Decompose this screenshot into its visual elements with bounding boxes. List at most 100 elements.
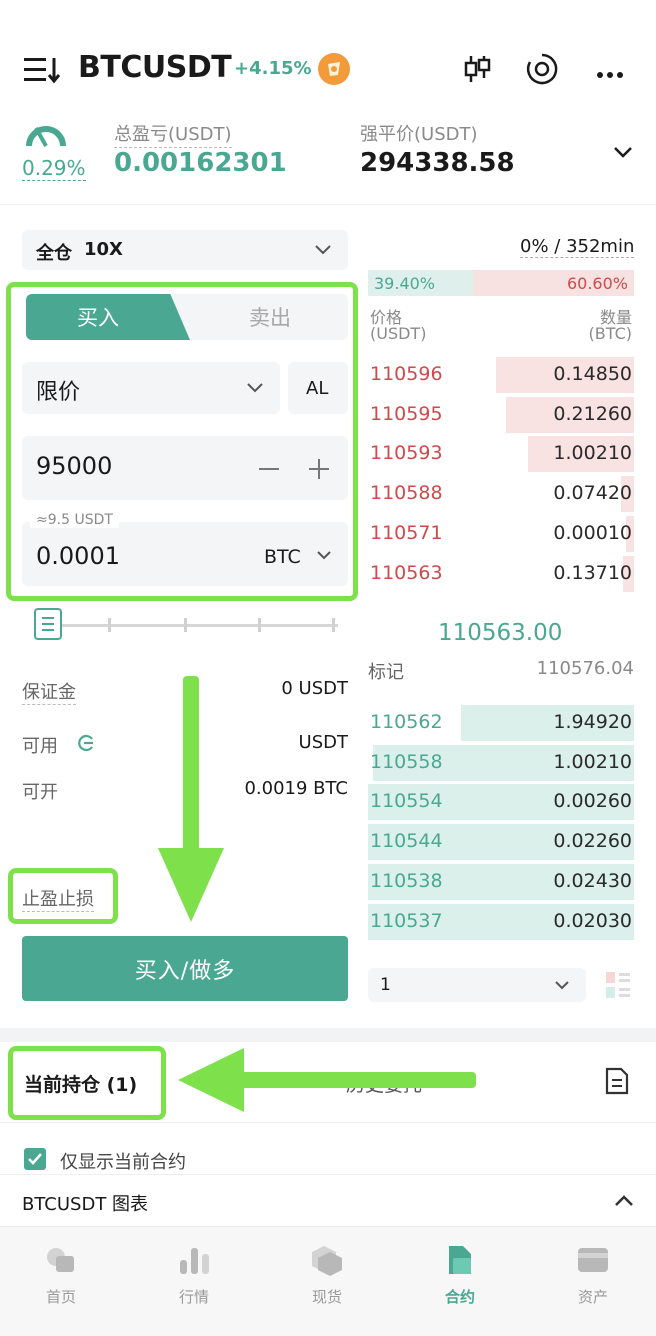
- bid-row[interactable]: 110544 0.02260: [368, 824, 634, 861]
- ask-row[interactable]: 110596 0.14850: [368, 357, 634, 393]
- nav-home[interactable]: 首页: [21, 1244, 101, 1307]
- bid-row[interactable]: 110537 0.02030: [368, 903, 634, 940]
- row-price: 110563: [370, 561, 443, 584]
- row-qty: 0.13710: [553, 561, 632, 584]
- nav-assets-label: 资产: [577, 1288, 608, 1306]
- chevron-up-icon[interactable]: [614, 1193, 634, 1207]
- ask-row[interactable]: 110593 1.00210: [368, 436, 634, 473]
- document-icon[interactable]: [604, 1066, 630, 1096]
- bid-row[interactable]: 110558 1.00210: [368, 744, 634, 781]
- tab-sell[interactable]: 卖出: [186, 294, 348, 340]
- tab-buy[interactable]: 买入: [26, 294, 190, 340]
- nav-market-label: 行情: [178, 1288, 209, 1306]
- annotation-arrow-down-icon: [156, 676, 226, 926]
- nav-spot[interactable]: 现货: [287, 1244, 367, 1307]
- ask-row[interactable]: 110595 0.21260: [368, 396, 634, 433]
- chevron-down-icon: [555, 981, 569, 990]
- row-price: 110537: [370, 909, 443, 932]
- annotation-arrow-left-icon: [176, 1048, 478, 1114]
- ask-row[interactable]: 110588 0.07420: [368, 476, 634, 513]
- quantity-hint: ≈9.5 USDT: [30, 512, 119, 528]
- row-price: 110558: [370, 750, 443, 773]
- section-band: [0, 1028, 656, 1042]
- funding-countdown: 0% / 352min: [520, 236, 635, 258]
- row-qty: 1.00210: [553, 442, 632, 465]
- row-qty: 0.21260: [553, 402, 632, 425]
- nav-home-label: 首页: [45, 1288, 76, 1306]
- quantity-input[interactable]: 0.0001 BTC: [22, 522, 348, 586]
- chart-row-label[interactable]: BTCUSDT 图表: [22, 1190, 148, 1216]
- margin-label: 保证金: [22, 678, 76, 705]
- slider-tick: [108, 618, 111, 632]
- nav-market[interactable]: 行情: [154, 1244, 234, 1307]
- eye-settings-icon[interactable]: [525, 52, 559, 86]
- mark-price: 110576.04: [536, 658, 634, 679]
- nav-futures[interactable]: 合约: [420, 1244, 500, 1307]
- mark-label: 标记: [368, 662, 404, 683]
- buy-sell-ratio-bar: 39.40% 60.60%: [368, 270, 634, 296]
- bid-row[interactable]: 110554 0.00260: [368, 784, 634, 821]
- only-current-checkbox[interactable]: [24, 1148, 46, 1170]
- openable-value: 0.0019 BTC: [244, 778, 348, 799]
- leverage-label: 10X: [84, 239, 123, 260]
- last-price: 110563.00: [438, 620, 563, 646]
- quantity-input-value: 0.0001: [36, 542, 120, 570]
- minus-icon[interactable]: [258, 458, 280, 480]
- plus-icon[interactable]: [308, 458, 330, 480]
- row-price: 110544: [370, 830, 443, 853]
- risk-percent: 0.29%: [22, 156, 86, 181]
- slider-handle-icon[interactable]: [34, 608, 62, 640]
- quantity-unit[interactable]: BTC: [264, 546, 301, 568]
- precision-value: 1: [380, 975, 391, 995]
- change-percent: +4.15%: [234, 58, 312, 79]
- liq-label: 强平价(USDT): [360, 124, 478, 145]
- summary-divider: [0, 204, 656, 205]
- order-extra-button[interactable]: AL: [288, 362, 348, 414]
- assets-icon: [578, 1248, 608, 1272]
- pnl-label: 总盈亏(USDT): [114, 120, 232, 148]
- openable-label: 可开: [22, 782, 58, 803]
- slider-track: [44, 624, 338, 627]
- nav-futures-label: 合约: [444, 1288, 475, 1306]
- ask-row[interactable]: 110563 0.13710: [368, 555, 634, 592]
- chevron-down-icon: [315, 245, 331, 255]
- symbol-title[interactable]: BTCUSDT: [78, 50, 232, 85]
- risk-gauge-icon: [24, 116, 68, 150]
- buy-long-button[interactable]: 买入/做多: [22, 936, 348, 1001]
- orderbook-layout-icon[interactable]: [604, 970, 632, 1000]
- bid-row[interactable]: 110538 0.02430: [368, 863, 634, 900]
- nav-assets[interactable]: 资产: [553, 1244, 633, 1307]
- tab-current-positions[interactable]: 当前持仓 (1): [24, 1070, 137, 1097]
- row-qty: 0.14850: [553, 363, 632, 385]
- price-input-value: 95000: [36, 452, 113, 480]
- margin-mode-select[interactable]: 全仓 10X: [22, 230, 348, 270]
- home-icon: [47, 1248, 74, 1272]
- row-qty: 0.02030: [553, 909, 632, 932]
- liq-value: 294338.58: [360, 148, 515, 178]
- ask-row[interactable]: 110571 0.00010: [368, 515, 634, 552]
- row-qty: 0.02430: [553, 869, 632, 892]
- chevron-down-icon: [247, 383, 263, 393]
- margin-mode-label: 全仓: [36, 243, 72, 264]
- chevron-down-icon: [317, 551, 331, 560]
- row-price: 110538: [370, 869, 443, 892]
- row-qty: 0.00260: [553, 790, 632, 813]
- precision-select[interactable]: 1: [368, 968, 586, 1002]
- menu-icon[interactable]: [24, 56, 64, 84]
- price-input[interactable]: 95000: [22, 436, 348, 500]
- transfer-icon[interactable]: [76, 733, 96, 753]
- row-qty: 0.00010: [553, 521, 632, 544]
- order-extra-label: AL: [306, 378, 329, 399]
- margin-value: 0 USDT: [281, 678, 348, 699]
- expand-chevron-icon[interactable]: [612, 144, 634, 158]
- more-icon[interactable]: [596, 64, 624, 78]
- order-type-select[interactable]: 限价: [22, 362, 280, 414]
- row-price: 110588: [370, 482, 443, 505]
- quantity-slider[interactable]: [34, 606, 338, 646]
- only-current-label: 仅显示当前合约: [60, 1152, 186, 1173]
- candlestick-chart-icon[interactable]: [462, 54, 492, 84]
- nav-spot-label: 现货: [311, 1288, 342, 1306]
- tpsl-toggle[interactable]: 止盈止损: [22, 885, 94, 912]
- row-price: 110596: [370, 363, 443, 385]
- bid-row[interactable]: 110562 1.94920: [368, 705, 634, 741]
